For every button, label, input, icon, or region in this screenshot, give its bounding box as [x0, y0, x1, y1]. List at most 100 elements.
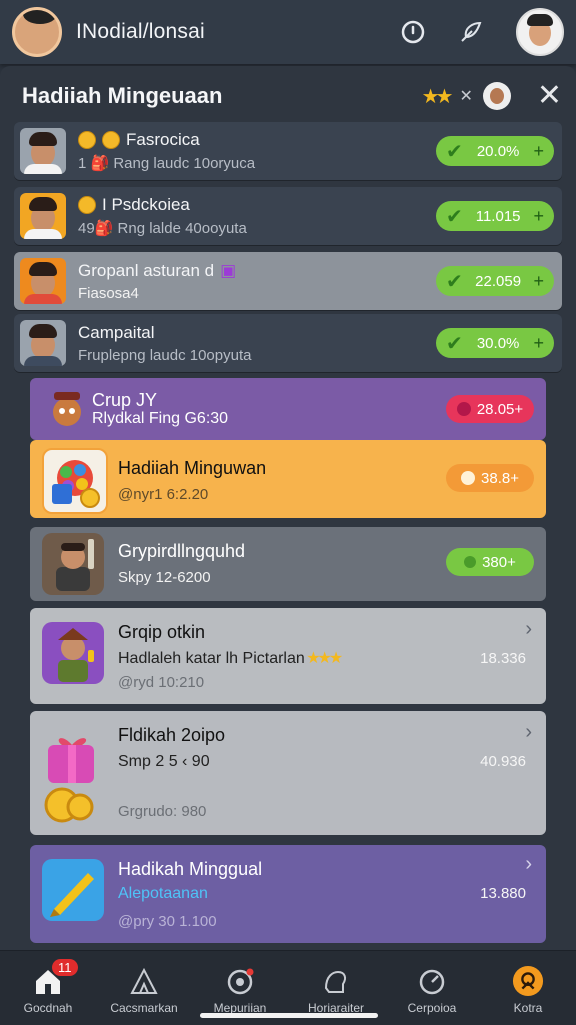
pencil-icon: [42, 859, 104, 921]
warrior-icon: [42, 533, 104, 595]
top-app-bar: INodial/lonsai: [0, 0, 576, 64]
hero-icon: [42, 622, 104, 684]
top-icons: [400, 8, 564, 56]
clock-icon: [416, 965, 448, 997]
stack-icon: [320, 965, 352, 997]
player-subtitle: 1 🎒 Rang laudc 10oryuca: [78, 155, 256, 172]
score-pill[interactable]: ✔ 30.0% +: [436, 328, 554, 358]
player-subtitle: 49🎒 Rng lalde 40ooyuta: [78, 220, 247, 237]
chevron-right-icon[interactable]: ›: [525, 853, 532, 876]
player-subtitle: Fiasosa4: [78, 284, 139, 302]
compass-icon[interactable]: [400, 19, 426, 45]
card-subtitle: Rlydkal Fing G6:30: [92, 410, 229, 427]
reward-card[interactable]: Hadikah Minggual Alepotaanan @pry 30 1.1…: [30, 845, 546, 943]
plus-icon: +: [533, 140, 544, 161]
player-name: Campaital: [78, 322, 155, 342]
chevron-right-icon[interactable]: ›: [525, 721, 532, 744]
gamepad-icon: [224, 965, 256, 997]
home-indicator: [200, 1013, 378, 1018]
score-pill[interactable]: ✔ 20.0% +: [436, 136, 554, 166]
nav-label: Cacsmarkan: [110, 1001, 178, 1015]
chevron-right-icon[interactable]: ›: [525, 618, 532, 641]
coin-icon: [78, 196, 96, 214]
card-footnote: @ryd 10:210: [118, 674, 205, 691]
card-subtitle: Alepotaanan: [118, 885, 208, 902]
plus-icon: +: [533, 205, 544, 226]
check-icon: ✔: [446, 332, 463, 355]
leaderboard-row[interactable]: Campaital Fruplepng laudc 10opyuta ✔ 30.0…: [14, 314, 562, 372]
card-value: 40.936: [480, 753, 526, 770]
card-footnote: Grgrudo: 980: [118, 803, 207, 820]
leaderboard-row-highlighted[interactable]: Gropanl asturan d ▣ Fiasosa4 ✔ 22.059 +: [14, 252, 562, 310]
nav-stack[interactable]: Horiaraiter: [288, 951, 384, 1015]
card-title: Fldikah 2oipo: [118, 725, 226, 745]
leaf-icon: [464, 556, 477, 568]
stars-icon: ★★★: [304, 650, 343, 667]
notification-badge: 11: [52, 959, 78, 976]
reward-pill[interactable]: 380+: [446, 548, 534, 576]
card-title: Grypirdllngquhd: [118, 541, 246, 561]
app-title: INodial/lonsai: [76, 20, 205, 43]
player-name: Fasrocica: [78, 130, 255, 150]
player-photo: [20, 128, 66, 174]
candy-icon: [42, 448, 108, 514]
group-card[interactable]: Grypirdllngquhd Skpy 12-6200 380+: [30, 527, 546, 601]
card-value: 18.336: [480, 650, 526, 667]
user-avatar[interactable]: [516, 8, 564, 56]
nav-label: Kotra: [513, 1001, 543, 1015]
card-footnote: Skpy 12-6200: [118, 569, 211, 586]
reward-card[interactable]: Fldikah 2oipo Smp 2 5 ‹ 90 Grgrudo: 980 …: [30, 711, 546, 835]
card-subtitle: Hadlaleh katar lh Pictarlan ★★★: [118, 650, 343, 667]
player-photo: [20, 258, 66, 304]
leaderboard-row[interactable]: I Psdckoiea 49🎒 Rng lalde 40ooyuta ✔ 11.0…: [14, 187, 562, 245]
gift-icon: [512, 965, 544, 997]
panel-header-actions: ★★ ✕ ✕: [422, 81, 562, 111]
player-subtitle: Fruplepng laudc 10opyuta: [78, 346, 252, 364]
feather-icon[interactable]: [458, 19, 484, 45]
card-title: Crup JY: [92, 390, 158, 410]
mini-avatar: [482, 82, 511, 110]
nav-home[interactable]: 11 Gocdnah: [0, 951, 96, 1015]
gem-icon: [456, 402, 471, 416]
card-subtitle: Smp 2 5 ‹ 90: [118, 753, 210, 770]
reward-pill[interactable]: 38.8+: [446, 464, 534, 492]
panel-header: Hadiiah Mingeuaan ★★ ✕ ✕: [22, 76, 562, 116]
plus-icon: +: [533, 332, 544, 353]
plus-icon: +: [533, 270, 544, 291]
player-name: I Psdckoiea: [78, 195, 247, 215]
gift-box-icon: [42, 727, 104, 789]
card-footnote: @nyr1 6:2.20: [118, 486, 209, 503]
close-icon[interactable]: ✕: [537, 81, 562, 111]
tent-icon: [128, 965, 160, 997]
card-title: Grqip otkin: [118, 622, 206, 642]
check-icon: ✔: [446, 140, 463, 163]
card-footnote: @pry 30 1.100: [118, 913, 217, 930]
nav-clock[interactable]: Cerpoioa: [384, 951, 480, 1015]
player-photo: [20, 193, 66, 239]
stars-icon: ★★: [421, 85, 454, 108]
profile-avatar[interactable]: [12, 7, 62, 57]
leaderboard-row[interactable]: Fasrocica 1 🎒 Rang laudc 10oryuca ✔ 20.0%…: [14, 122, 562, 180]
bolt-icon: [461, 471, 476, 485]
player-name: Gropanl asturan d ▣: [78, 260, 237, 280]
panel-title: Hadiiah Mingeuaan: [22, 83, 223, 108]
group-card[interactable]: Crup JY Rlydkal Fing G6:30 28.05+: [30, 378, 546, 440]
score-pill[interactable]: ✔ 11.015 +: [436, 201, 554, 231]
nav-gift[interactable]: Kotra: [480, 951, 576, 1015]
reward-card[interactable]: Grqip otkin Hadlaleh katar lh Pictarlan …: [30, 608, 546, 704]
gift-icon: ▣: [220, 260, 237, 280]
nav-game[interactable]: Mepuriian: [192, 951, 288, 1015]
swords-icon: ✕: [459, 88, 473, 105]
nav-label: Gocdnah: [23, 1001, 73, 1015]
nav-camp[interactable]: Cacsmarkan: [96, 951, 192, 1015]
card-value: 13.880: [480, 885, 526, 902]
check-icon: ✔: [446, 270, 463, 293]
nav-label: Cerpoioa: [407, 1001, 457, 1015]
score-pill[interactable]: ✔ 22.059 +: [436, 266, 554, 296]
card-title: Hadiiah Minguwan: [118, 458, 267, 478]
player-photo: [20, 320, 66, 366]
weekly-reward-card[interactable]: Hadiiah Minguwan @nyr1 6:2.20 38.8+: [30, 440, 546, 518]
reward-pill[interactable]: 28.05+: [446, 395, 534, 423]
card-title: Hadikah Minggual: [118, 859, 263, 879]
coins-icon: [42, 783, 94, 827]
